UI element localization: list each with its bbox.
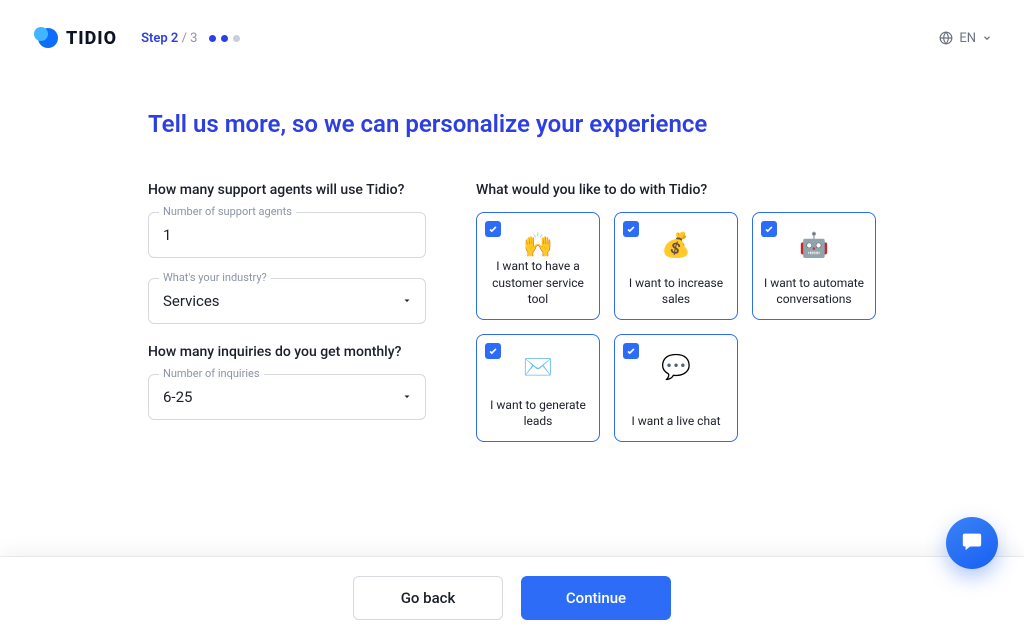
goal-card-label: I want to automate conversations [761, 275, 867, 309]
goal-card-label: I want to have a customer service tool [485, 258, 591, 309]
step-dot-3 [233, 35, 240, 42]
inquiries-select[interactable]: Number of inquiries 6-25 [148, 374, 426, 420]
page-title: Tell us more, so we can personalize your… [148, 110, 876, 138]
content: Tell us more, so we can personalize your… [0, 110, 1024, 442]
continue-button[interactable]: Continue [521, 576, 671, 620]
chevron-down-icon [982, 33, 992, 43]
robot-icon: 🤖 [761, 233, 867, 257]
header-left: TIDIO Step 2 / 3 [32, 24, 240, 52]
logo: TIDIO [32, 24, 117, 52]
envelope-icon: ✉️ [485, 355, 591, 379]
logo-icon [32, 24, 60, 52]
language-code: EN [959, 31, 976, 46]
agents-input[interactable]: Number of support agents 1 [148, 212, 426, 258]
agents-field-value: 1 [163, 226, 171, 244]
columns: How many support agents will use Tidio? … [148, 182, 876, 442]
language-switch[interactable]: EN [939, 31, 992, 46]
hands-icon: 🙌 [485, 233, 591, 257]
step-dot-2 [221, 35, 228, 42]
agents-field-label: Number of support agents [159, 205, 296, 218]
header: TIDIO Step 2 / 3 EN [0, 0, 1024, 76]
checkbox-checked-icon [623, 221, 639, 237]
money-bag-icon: 💰 [623, 233, 729, 257]
goal-card-automate[interactable]: 🤖 I want to automate conversations [752, 212, 876, 320]
goal-card-label: I want a live chat [623, 413, 729, 431]
chevron-down-icon [401, 388, 413, 407]
globe-icon [939, 31, 953, 45]
inquiries-field-label: Number of inquiries [159, 367, 264, 380]
goal-card-grid: 🙌 I want to have a customer service tool… [476, 212, 876, 442]
question-goals: What would you like to do with Tidio? [476, 182, 876, 198]
goal-card-customer-service[interactable]: 🙌 I want to have a customer service tool [476, 212, 600, 320]
speech-bubble-icon: 💬 [623, 355, 729, 379]
chat-icon [961, 530, 983, 556]
logo-text: TIDIO [66, 28, 117, 49]
industry-field-label: What's your industry? [159, 271, 271, 284]
goal-card-label: I want to increase sales [623, 275, 729, 309]
goal-card-label: I want to generate leads [485, 397, 591, 431]
left-column: How many support agents will use Tidio? … [148, 182, 426, 442]
step-current: Step 2 [141, 31, 178, 46]
checkbox-checked-icon [485, 221, 501, 237]
chat-fab[interactable] [946, 517, 998, 569]
industry-field-value: Services [163, 292, 220, 310]
footer: Go back Continue [0, 557, 1024, 639]
question-agents: How many support agents will use Tidio? [148, 182, 426, 198]
inquiries-field-value: 6-25 [163, 388, 192, 406]
go-back-button[interactable]: Go back [353, 576, 503, 620]
step-total: 3 [190, 31, 197, 46]
step-dot-1 [209, 35, 216, 42]
goal-card-increase-sales[interactable]: 💰 I want to increase sales [614, 212, 738, 320]
industry-select[interactable]: What's your industry? Services [148, 278, 426, 324]
chevron-down-icon [401, 292, 413, 311]
goal-card-generate-leads[interactable]: ✉️ I want to generate leads [476, 334, 600, 442]
goal-card-live-chat[interactable]: 💬 I want a live chat [614, 334, 738, 442]
checkbox-checked-icon [761, 221, 777, 237]
step-dots [209, 35, 240, 42]
checkbox-checked-icon [623, 343, 639, 359]
checkbox-checked-icon [485, 343, 501, 359]
step-divider: / [178, 31, 190, 46]
question-inquiries: How many inquiries do you get monthly? [148, 344, 426, 360]
right-column: What would you like to do with Tidio? 🙌 … [476, 182, 876, 442]
step-indicator: Step 2 / 3 [141, 31, 240, 46]
